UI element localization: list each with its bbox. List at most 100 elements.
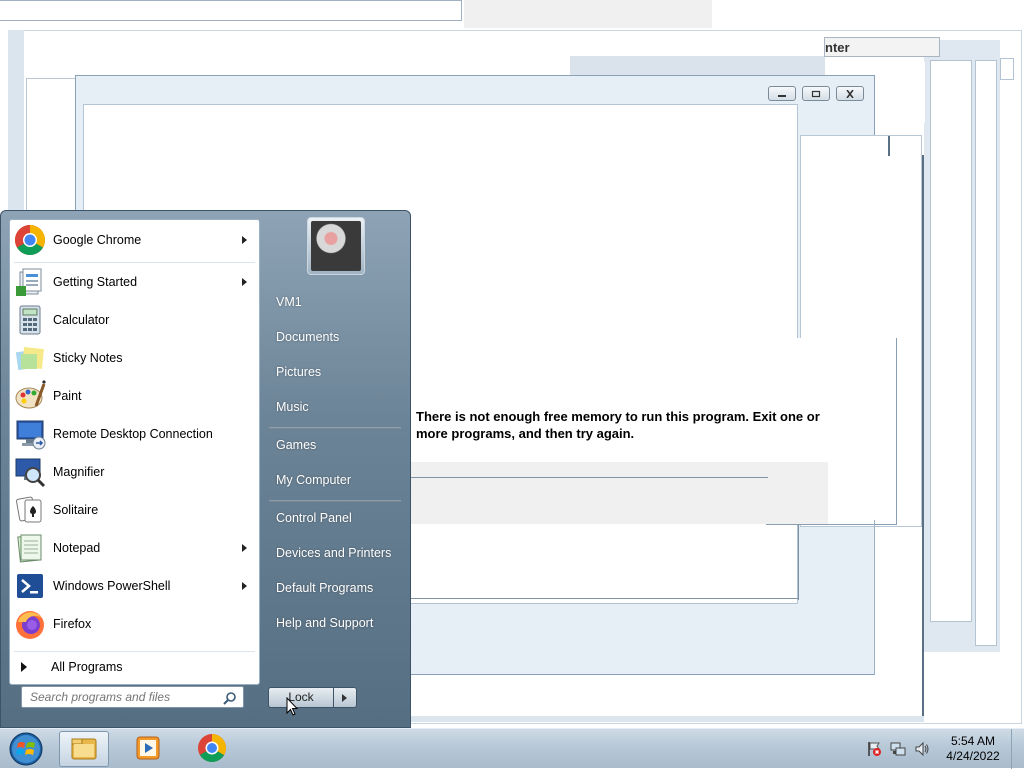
background-window-panel xyxy=(975,60,997,646)
close-button[interactable] xyxy=(836,86,864,101)
program-label: Firefox xyxy=(53,617,92,631)
media-player-icon xyxy=(136,736,160,760)
program-label: Google Chrome xyxy=(53,233,142,247)
divider xyxy=(922,155,924,721)
link-user-folder[interactable]: VM1 xyxy=(276,295,302,309)
user-avatar xyxy=(311,221,361,271)
separator xyxy=(14,651,255,652)
program-sticky-notes[interactable]: Sticky Notes xyxy=(12,341,257,375)
start-menu: Google Chrome Getting Started Calculator… xyxy=(0,210,411,728)
divider xyxy=(410,477,768,478)
mouse-cursor-icon xyxy=(286,697,298,716)
taskbar: 5:54 AM 4/24/2022 xyxy=(0,728,1024,769)
program-windows-powershell[interactable]: Windows PowerShell xyxy=(12,569,257,603)
start-button[interactable] xyxy=(6,731,46,767)
link-my-computer[interactable]: My Computer xyxy=(276,473,351,487)
all-programs-label: All Programs xyxy=(51,660,123,674)
program-label: Remote Desktop Connection xyxy=(53,427,213,441)
solitaire-icon xyxy=(14,494,46,526)
separator xyxy=(14,262,255,263)
link-documents[interactable]: Documents xyxy=(276,330,339,344)
action-center-flag-icon[interactable] xyxy=(866,741,882,757)
submenu-arrow-icon[interactable] xyxy=(242,278,247,286)
all-programs-arrow-icon xyxy=(21,662,27,672)
chrome-icon xyxy=(14,224,46,256)
program-label: Notepad xyxy=(53,541,101,555)
error-message-line2: more programs, and then try again. xyxy=(416,426,635,441)
taskbar-media-player[interactable] xyxy=(124,731,174,767)
search-icon[interactable] xyxy=(223,691,237,705)
program-google-chrome[interactable]: Google Chrome xyxy=(12,223,257,257)
clock-date: 4/24/2022 xyxy=(946,749,1000,763)
background-window-fragment xyxy=(464,0,712,28)
clock-time: 5:54 AM xyxy=(950,734,996,748)
submenu-arrow-icon[interactable] xyxy=(242,236,247,244)
background-window-panel xyxy=(930,60,972,622)
submenu-arrow-icon[interactable] xyxy=(242,544,247,552)
background-window-fragment xyxy=(1000,58,1014,80)
program-remote-desktop-connection[interactable]: Remote Desktop Connection xyxy=(12,417,257,451)
volume-icon[interactable] xyxy=(914,741,930,757)
link-control-panel[interactable]: Control Panel xyxy=(276,511,352,525)
start-menu-programs-pane: Google Chrome Getting Started Calculator… xyxy=(9,219,260,685)
background-window-fragment xyxy=(570,56,825,76)
program-paint[interactable]: Paint xyxy=(12,379,257,413)
divider xyxy=(410,598,799,599)
submenu-arrow-icon[interactable] xyxy=(242,582,247,590)
program-notepad[interactable]: Notepad xyxy=(12,531,257,565)
link-devices-and-printers[interactable]: Devices and Printers xyxy=(276,546,391,560)
minimize-icon xyxy=(778,94,786,97)
minimize-button[interactable] xyxy=(768,86,796,101)
program-magnifier[interactable]: Magnifier xyxy=(12,455,257,489)
user-picture[interactable] xyxy=(307,217,365,275)
show-desktop-button[interactable] xyxy=(1011,729,1024,769)
program-label: Sticky Notes xyxy=(53,351,123,365)
chevron-right-icon xyxy=(342,694,347,702)
taskbar-google-chrome[interactable] xyxy=(188,731,238,767)
separator xyxy=(269,500,401,502)
program-label: Paint xyxy=(53,389,82,403)
notepad-icon xyxy=(14,532,46,564)
clock[interactable]: 5:54 AM 4/24/2022 xyxy=(936,734,1010,764)
program-label: Solitaire xyxy=(53,503,99,517)
divider xyxy=(888,136,890,156)
close-icon xyxy=(846,89,854,98)
lock-button[interactable]: Lock xyxy=(268,687,334,708)
shutdown-options-button[interactable] xyxy=(334,687,357,708)
link-games[interactable]: Games xyxy=(276,438,316,452)
link-help-and-support[interactable]: Help and Support xyxy=(276,616,373,630)
magnifier-icon xyxy=(14,456,46,488)
powershell-icon xyxy=(14,570,46,602)
all-programs-button[interactable]: All Programs xyxy=(12,654,257,680)
search-input[interactable] xyxy=(30,690,220,704)
getting-started-icon xyxy=(14,266,46,298)
restore-button[interactable] xyxy=(802,86,830,101)
divider xyxy=(874,520,875,674)
remote-desktop-icon xyxy=(14,418,46,450)
link-music[interactable]: Music xyxy=(276,400,309,414)
background-window-panel xyxy=(410,462,828,524)
paint-icon xyxy=(14,379,47,412)
search-box[interactable] xyxy=(21,686,244,708)
program-label: Calculator xyxy=(53,313,110,327)
program-solitaire[interactable]: Solitaire xyxy=(12,493,257,527)
restore-icon xyxy=(811,90,821,97)
program-label: Windows PowerShell xyxy=(53,579,171,593)
program-calculator[interactable]: Calculator xyxy=(12,303,257,337)
firefox-icon xyxy=(14,608,46,640)
link-default-programs[interactable]: Default Programs xyxy=(276,581,373,595)
error-message-line1: There is not enough free memory to run t… xyxy=(416,409,820,424)
network-icon[interactable] xyxy=(890,741,906,757)
background-field-text: nter xyxy=(824,37,940,57)
background-address-field xyxy=(0,0,462,21)
sticky-notes-icon xyxy=(14,342,46,374)
error-message: There is not enough free memory to run t… xyxy=(416,408,856,442)
program-getting-started[interactable]: Getting Started xyxy=(12,265,257,299)
program-label: Getting Started xyxy=(53,275,138,289)
link-pictures[interactable]: Pictures xyxy=(276,365,321,379)
separator xyxy=(269,427,401,429)
program-firefox[interactable]: Firefox xyxy=(12,607,257,641)
taskbar-windows-explorer[interactable] xyxy=(59,731,109,767)
divider xyxy=(798,524,799,600)
background-window-edge xyxy=(410,716,924,722)
